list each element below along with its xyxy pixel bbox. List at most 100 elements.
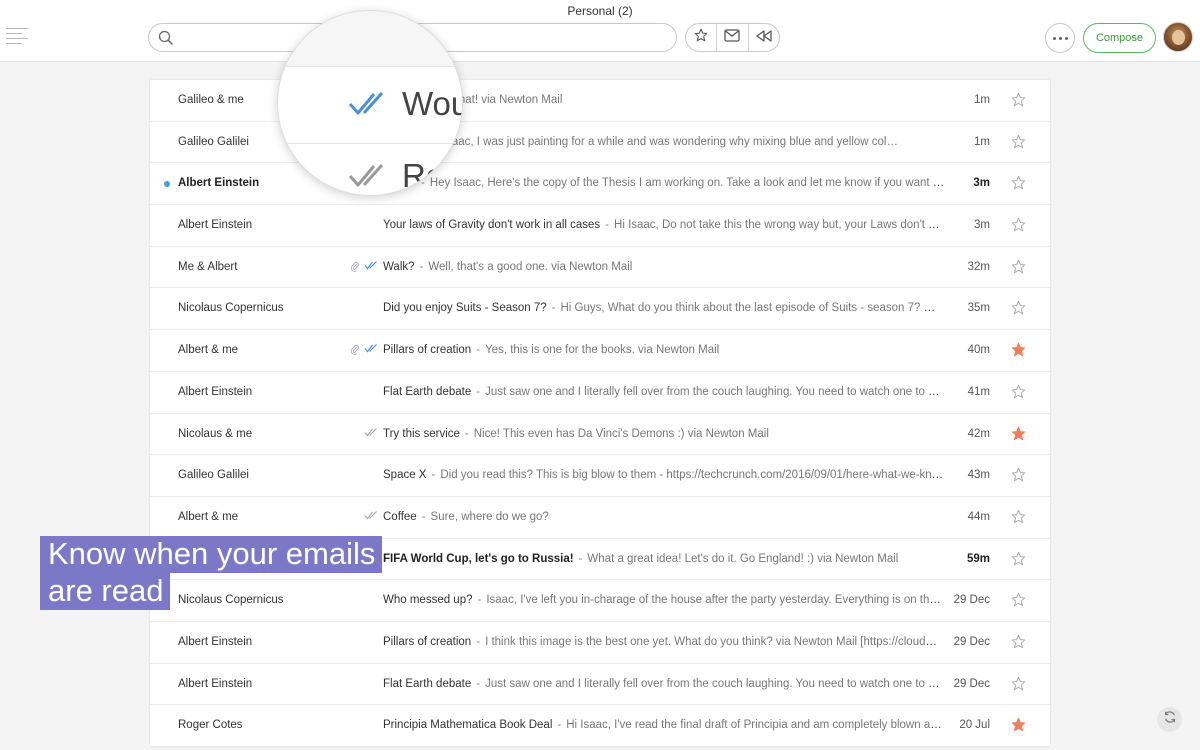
rewind-icon: [756, 29, 772, 47]
email-summary: Flat Earth debate-Just saw one and I lit…: [383, 678, 945, 690]
email-row[interactable]: Albert & mePillars of creation-Yes, this…: [150, 330, 1050, 372]
separator: -: [476, 636, 480, 648]
search-icon: [158, 30, 174, 51]
email-summary: FIFA World Cup, let's go to Russia!-What…: [383, 553, 945, 565]
email-preview: Hi Isaac, I was just painting for a whil…: [429, 136, 898, 148]
star-outline-icon[interactable]: [1011, 551, 1026, 569]
email-row[interactable]: Albert Einstein Your laws of Gravity don'…: [150, 205, 1050, 247]
unread-dot: [164, 181, 170, 187]
double-check-sent-icon: [364, 511, 378, 523]
email-sender: Nicolaus & me: [178, 428, 252, 440]
email-summary: Pillars of creation-I think this image i…: [383, 636, 945, 648]
double-check-read-icon: [364, 261, 378, 275]
email-time: 29 Dec: [954, 678, 990, 690]
email-row[interactable]: Albert EinsteinFlat Earth debate-Just sa…: [150, 372, 1050, 414]
separator: -: [476, 344, 480, 356]
refresh-icon: [1163, 710, 1177, 729]
star-outline-icon[interactable]: [1011, 592, 1026, 610]
email-summary: Walk?-Well, that's a good one. via Newto…: [383, 261, 945, 273]
separator: -: [420, 261, 424, 273]
email-row[interactable]: Galileo GalileiSpace X-Did you read this…: [150, 455, 1050, 497]
avatar[interactable]: [1163, 22, 1193, 52]
email-preview: Nice! This even has Da Vinci's Demons :)…: [474, 428, 769, 440]
email-row[interactable]: Albert EinsteinPillars of creation-I thi…: [150, 622, 1050, 664]
separator: -: [476, 386, 480, 398]
compose-button[interactable]: Compose: [1083, 23, 1156, 53]
window-title: Personal (2): [0, 4, 1200, 18]
separator: -: [422, 511, 426, 523]
email-time: 3m: [973, 177, 990, 189]
star-button[interactable]: [686, 24, 717, 51]
email-status-icons: [348, 428, 378, 440]
ellipsis-icon: [1053, 37, 1056, 40]
email-time: 1m: [974, 94, 990, 106]
star-outline-icon[interactable]: [1011, 676, 1026, 694]
star-filled-icon[interactable]: [1011, 342, 1026, 360]
star-outline-icon[interactable]: [1011, 384, 1026, 402]
email-preview: What a great idea! Let's do it. Go Engla…: [587, 553, 898, 565]
promo-line-2: are read: [40, 573, 170, 610]
refresh-button[interactable]: [1157, 707, 1182, 732]
email-summary: Flat Earth debate-Just saw one and I lit…: [383, 386, 945, 398]
email-row[interactable]: Me & AlbertWalk?-Well, that's a good one…: [150, 247, 1050, 289]
email-subject: Your laws of Gravity don't work in all c…: [383, 219, 600, 231]
email-summary: Who messed up?-Isaac, I've left you in-c…: [383, 594, 945, 606]
email-preview: Just saw one and I literally fell over f…: [485, 386, 945, 398]
email-list: Galileo & me …gn-Roger that! via Newton M…: [150, 80, 1050, 747]
email-sender: Albert Einstein: [178, 219, 252, 231]
email-summary: Try this service-Nice! This even has Da …: [383, 428, 945, 440]
email-summary: Space X-Did you read this? This is big b…: [383, 469, 945, 481]
email-time: 42m: [968, 428, 990, 440]
email-sender: Albert Einstein: [178, 177, 259, 189]
email-sender: Galileo & me: [178, 94, 244, 106]
email-preview: Hey Isaac, Here's the copy of the Thesis…: [430, 177, 945, 189]
email-sender: Albert & me: [178, 344, 238, 356]
star-outline-icon[interactable]: [1011, 300, 1026, 318]
email-row[interactable]: Albert EinsteinFlat Earth debate-Just sa…: [150, 664, 1050, 706]
hamburger-menu-icon[interactable]: [6, 28, 28, 46]
email-time: 20 Jul: [959, 719, 990, 731]
email-status-icons: [348, 511, 378, 523]
email-summary: -Hey Isaac, Here's the copy of the Thesi…: [383, 177, 945, 189]
email-summary: Principia Mathematica Book Deal-Hi Isaac…: [383, 719, 945, 731]
top-toolbar: Personal (2) Compose: [0, 0, 1200, 62]
email-sender: Roger Cotes: [178, 719, 243, 731]
email-summary: Did you enjoy Suits - Season 7?-Hi Guys,…: [383, 302, 945, 314]
separator: -: [579, 553, 583, 565]
star-outline-icon[interactable]: [1011, 634, 1026, 652]
email-row[interactable]: Albert Einstein -Hey Isaac, Here's the co…: [150, 163, 1050, 205]
email-preview: Yes, this is one for the books. via Newt…: [485, 344, 719, 356]
mail-button[interactable]: [717, 24, 748, 51]
star-outline-icon[interactable]: [1011, 259, 1026, 277]
email-preview: Well, that's a good one. via Newton Mail: [428, 261, 632, 273]
email-preview: I think this image is the best one yet. …: [485, 636, 945, 648]
separator: -: [465, 428, 469, 440]
read-receipt-magnifier: Wou Ro: [277, 10, 463, 196]
star-outline-icon[interactable]: [1011, 134, 1026, 152]
email-status-icons: [348, 344, 378, 358]
email-row[interactable]: Roger Cotes Principia Mathematica Book De…: [150, 705, 1050, 747]
magnified-text-1: Wou: [402, 85, 463, 123]
paperclip-icon: [350, 261, 360, 275]
email-row[interactable]: Nicolaus & me Try this service-Nice! This…: [150, 414, 1050, 456]
more-options-button[interactable]: [1045, 23, 1075, 53]
email-subject: Did you enjoy Suits - Season 7?: [383, 302, 547, 314]
email-row[interactable]: Nicolaus CopernicusDid you enjoy Suits -…: [150, 288, 1050, 330]
star-outline-icon[interactable]: [1011, 467, 1026, 485]
email-time: 35m: [968, 302, 990, 314]
star-outline-icon[interactable]: [1011, 175, 1026, 193]
star-filled-icon[interactable]: [1011, 426, 1026, 444]
paperclip-icon: [350, 344, 360, 358]
double-check-sent-icon: [364, 428, 378, 440]
star-outline-icon[interactable]: [1011, 92, 1026, 110]
email-preview: Just saw one and I literally fell over f…: [485, 678, 945, 690]
email-subject: Walk?: [383, 261, 415, 273]
email-summary: …gn-Roger that! via Newton Mail: [383, 94, 945, 106]
envelope-icon: [724, 29, 740, 47]
star-outline-icon[interactable]: [1011, 217, 1026, 235]
star-outline-icon[interactable]: [1011, 509, 1026, 527]
star-filled-icon[interactable]: [1011, 717, 1026, 735]
email-subject: Flat Earth debate: [383, 678, 471, 690]
rewind-button[interactable]: [749, 24, 779, 51]
email-row[interactable]: Albert & meCoffee-Sure, where do we go?4…: [150, 497, 1050, 539]
